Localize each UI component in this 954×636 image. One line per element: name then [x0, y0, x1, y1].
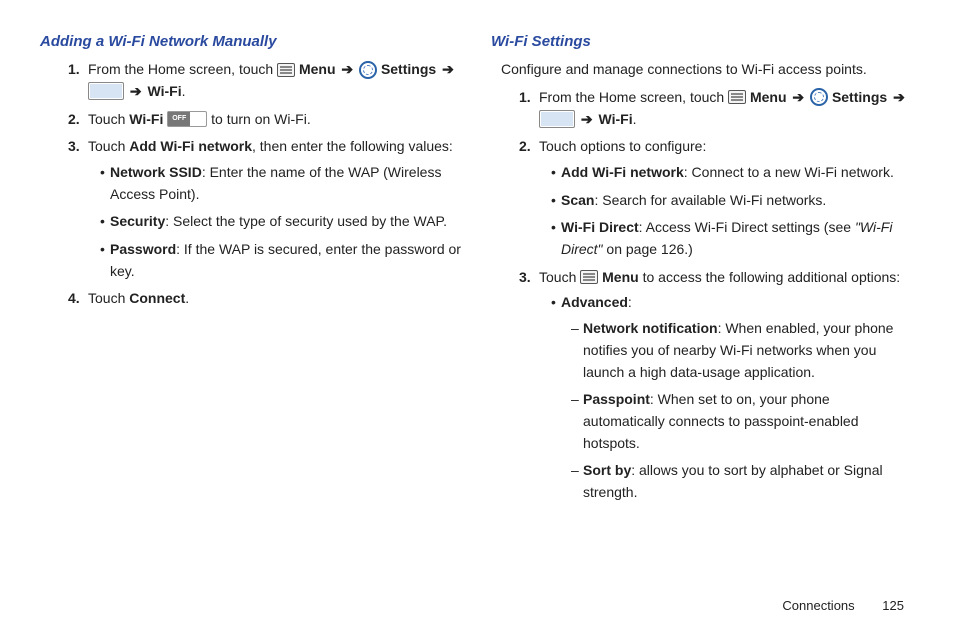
arrow-icon: ➔	[891, 89, 907, 105]
arrow-icon: ➔	[339, 61, 355, 77]
menu-icon	[277, 63, 295, 77]
bullet-add-network: Add Wi-Fi network: Connect to a new Wi-F…	[551, 162, 914, 184]
bullet-ssid: Network SSID: Enter the name of the WAP …	[100, 162, 463, 205]
bullet-scan: Scan: Search for available Wi-Fi network…	[551, 190, 914, 212]
menu-icon	[728, 90, 746, 104]
bullet-advanced: Advanced: Network notification: When ena…	[551, 292, 914, 503]
dash-sort-by: Sort by: allows you to sort by alphabet …	[571, 460, 914, 503]
arrow-icon: ➔	[790, 89, 806, 105]
step-4: 4. Touch Connect.	[68, 288, 463, 310]
dash-passpoint: Passpoint: When set to on, your phone au…	[571, 389, 914, 454]
heading-adding-wifi: Adding a Wi-Fi Network Manually	[40, 30, 463, 53]
step-1: 1. From the Home screen, touch Menu ➔ Se…	[68, 59, 463, 102]
bullet-wifi-direct: Wi-Fi Direct: Access Wi-Fi Direct settin…	[551, 217, 914, 260]
bullet-password: Password: If the WAP is secured, enter t…	[100, 239, 463, 282]
footer-section: Connections	[782, 598, 854, 613]
r-step-3: 3. Touch Menu to access the following ad…	[519, 267, 914, 504]
page-footer: Connections 125	[782, 596, 904, 616]
r-step-2: 2. Touch options to configure: Add Wi-Fi…	[519, 136, 914, 260]
footer-page-number: 125	[882, 598, 904, 613]
arrow-icon: ➔	[440, 61, 456, 77]
step-2: 2. Touch Wi-Fi to turn on Wi-Fi.	[68, 109, 463, 131]
right-column: Wi-Fi Settings Configure and manage conn…	[491, 30, 914, 510]
step-3: 3. Touch Add Wi-Fi network, then enter t…	[68, 136, 463, 282]
left-column: Adding a Wi-Fi Network Manually 1. From …	[40, 30, 463, 510]
arrow-icon: ➔	[579, 111, 595, 127]
arrow-icon: ➔	[128, 83, 144, 99]
connections-icon	[539, 110, 575, 128]
intro-text: Configure and manage connections to Wi-F…	[501, 59, 914, 81]
heading-wifi-settings: Wi-Fi Settings	[491, 30, 914, 53]
settings-icon	[359, 61, 377, 79]
bullet-security: Security: Select the type of security us…	[100, 211, 463, 233]
r-step-1: 1. From the Home screen, touch Menu ➔ Se…	[519, 87, 914, 130]
connections-icon	[88, 82, 124, 100]
menu-icon	[580, 270, 598, 284]
dash-network-notification: Network notification: When enabled, your…	[571, 318, 914, 383]
settings-icon	[810, 88, 828, 106]
off-toggle-icon	[167, 111, 207, 127]
